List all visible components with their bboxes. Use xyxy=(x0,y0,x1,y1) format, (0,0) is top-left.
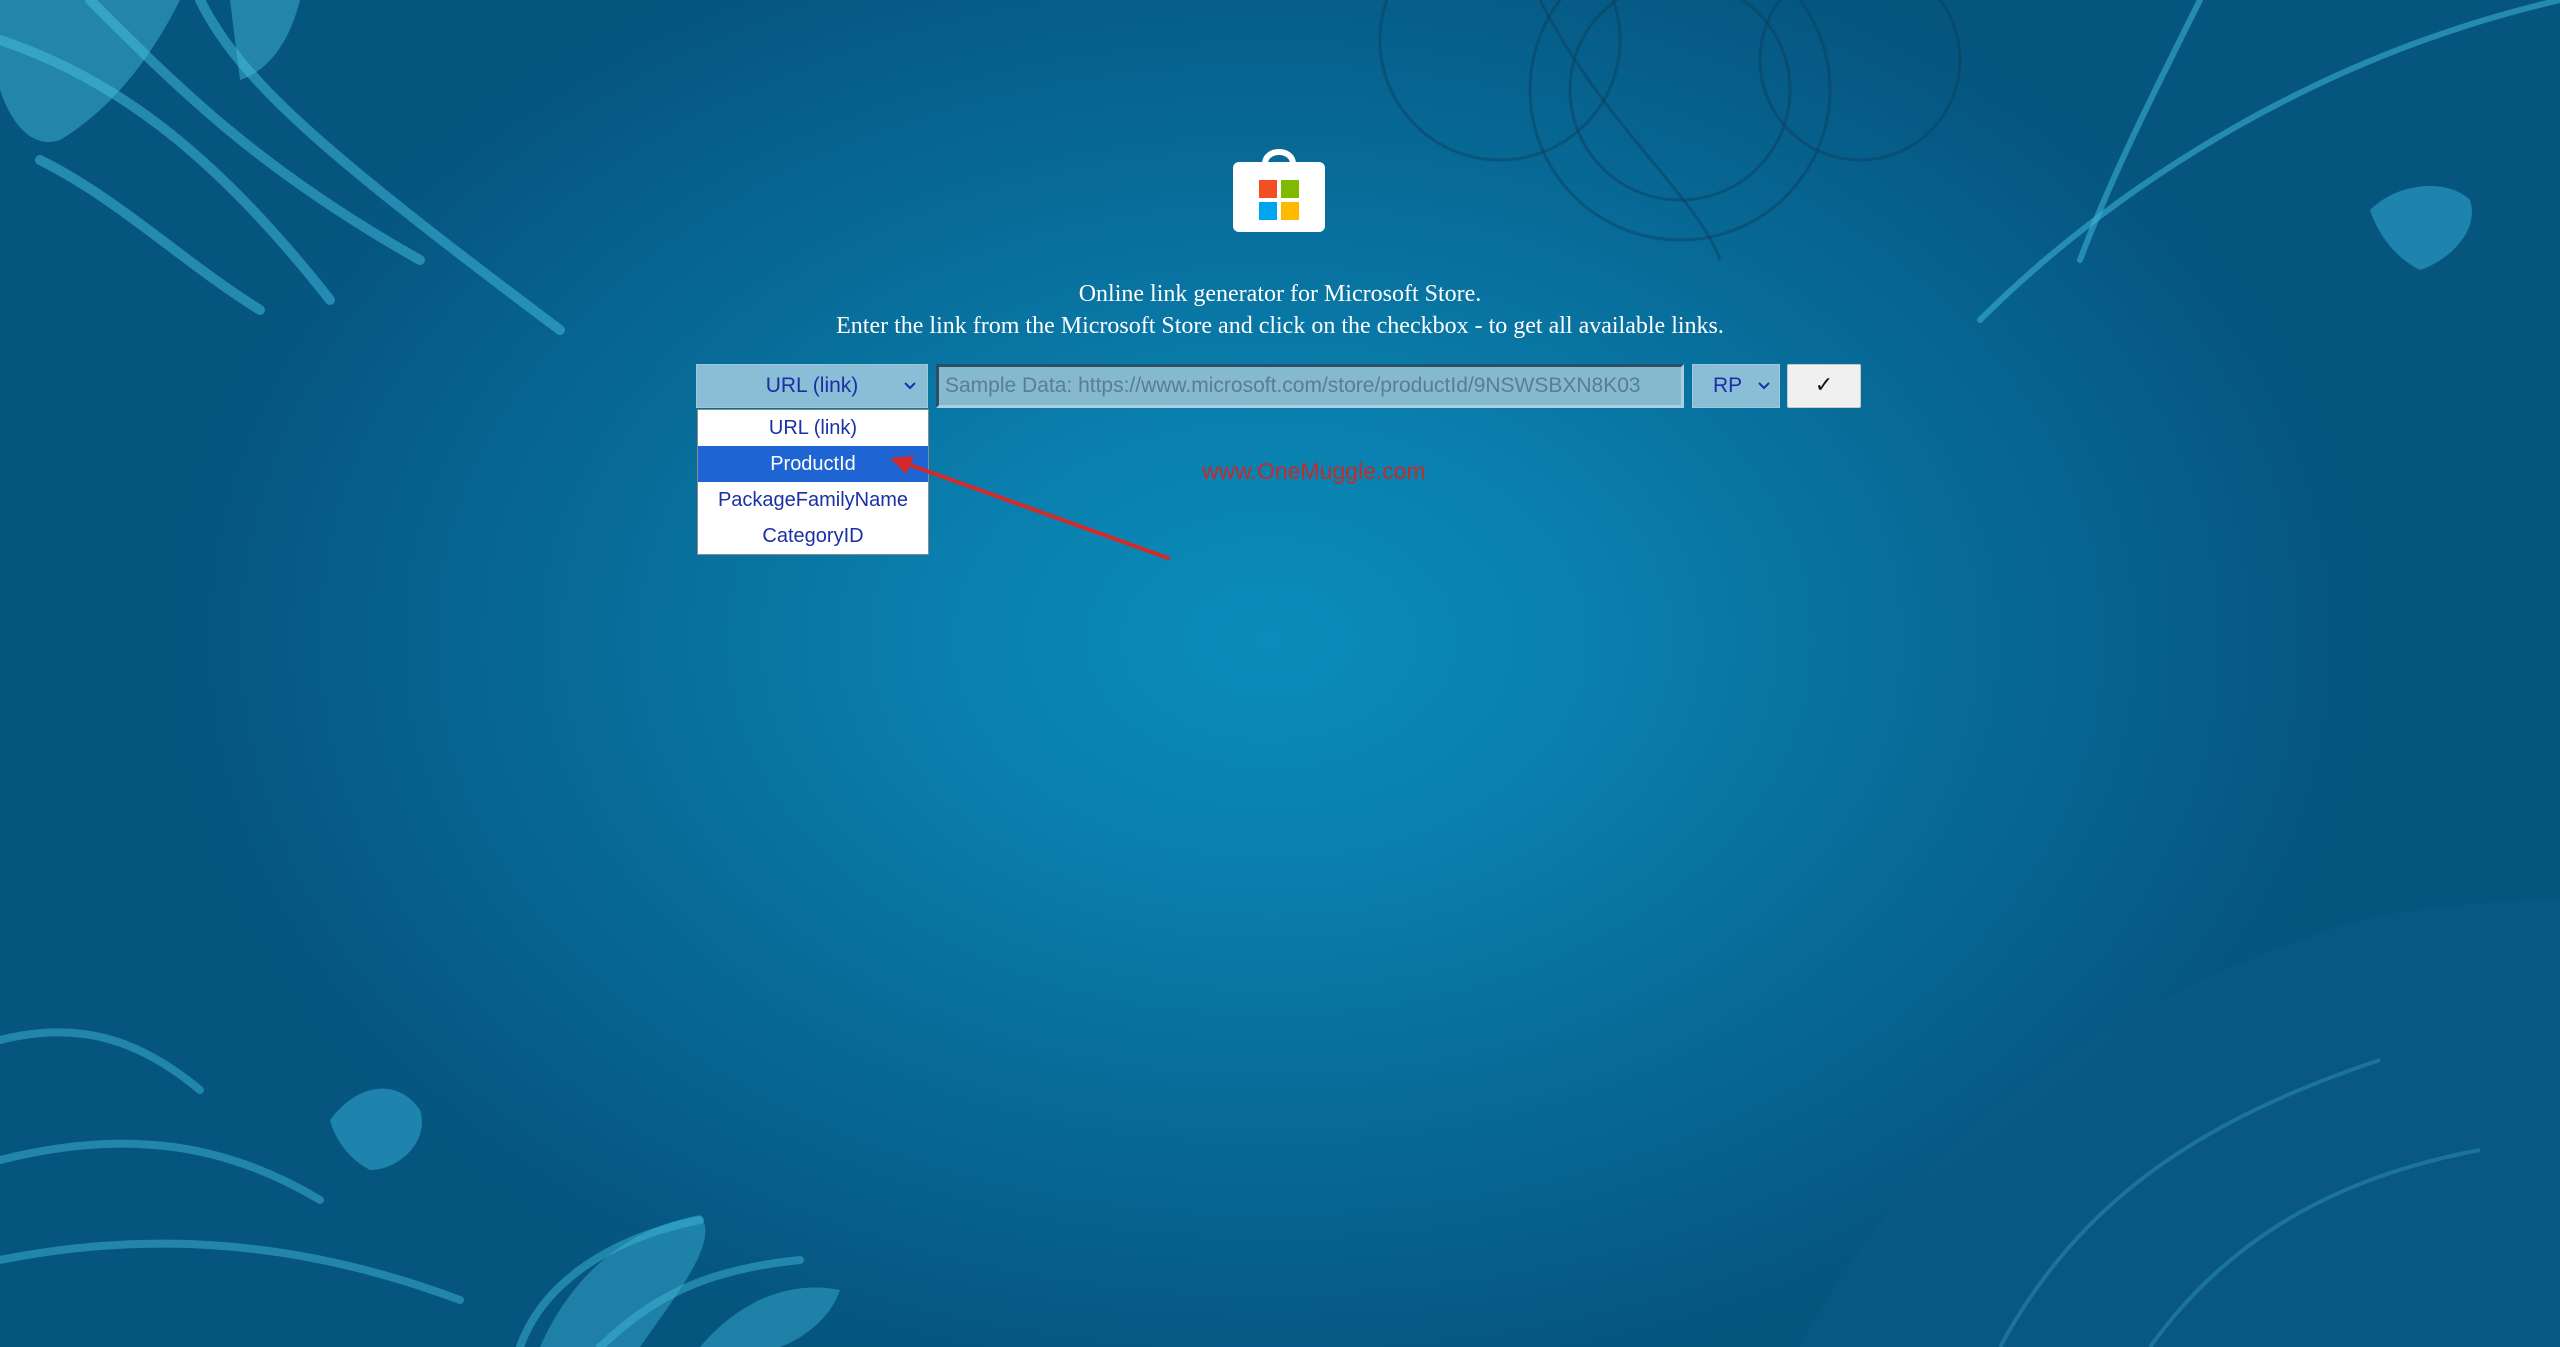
checkmark-icon: ✓ xyxy=(1814,373,1834,398)
headline-line-1: Online link generator for Microsoft Stor… xyxy=(1078,281,1482,307)
input-type-select-value: URL (link) xyxy=(765,374,859,397)
microsoft-store-bag-icon xyxy=(1233,149,1325,232)
input-type-select[interactable]: URL (link) xyxy=(696,364,928,408)
ring-select-value: RP xyxy=(1713,374,1743,397)
dropdown-option-productid[interactable]: ProductId xyxy=(698,446,928,482)
dropdown-option-packagefamilyname[interactable]: PackageFamilyName xyxy=(698,482,928,518)
ring-select[interactable]: RP xyxy=(1692,364,1780,408)
headline-line-2: Enter the link from the Microsoft Store … xyxy=(836,313,1724,339)
url-input[interactable]: Sample Data: https://www.microsoft.com/s… xyxy=(936,364,1684,408)
watermark-text: www.OneMuggle.com xyxy=(1202,458,1426,484)
url-input-placeholder: Sample Data: https://www.microsoft.com/s… xyxy=(945,374,1641,397)
chevron-down-icon xyxy=(1758,382,1770,390)
submit-button[interactable]: ✓ xyxy=(1787,364,1861,408)
chevron-down-icon xyxy=(904,382,916,390)
input-type-dropdown-list: URL (link) ProductId PackageFamilyName C… xyxy=(697,409,929,555)
dropdown-option-url[interactable]: URL (link) xyxy=(698,410,928,446)
dropdown-option-categoryid[interactable]: CategoryID xyxy=(698,518,928,554)
